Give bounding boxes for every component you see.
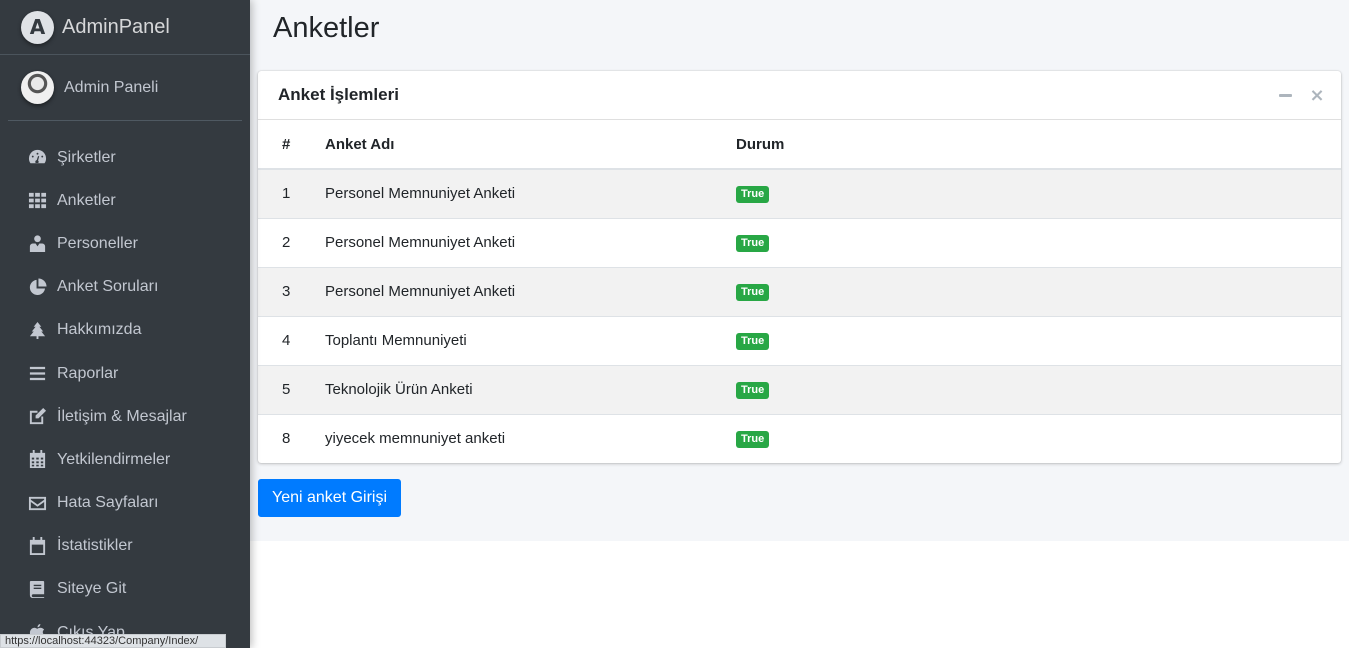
survey-card: Anket İşlemleri × # Anket Adı Durum 1 Pe…: [258, 71, 1341, 463]
brand-logo: A: [21, 10, 54, 44]
row-id: 2: [282, 234, 291, 251]
user-name: Admin Paneli: [64, 78, 159, 96]
row-id: 8: [282, 430, 291, 448]
table-row: 5 Teknolojik Ürün Anketi True: [258, 365, 1341, 414]
browser-status-url: https://localhost:44323/Company/Index/: [0, 634, 226, 648]
calendar-days-icon: [27, 450, 47, 470]
th-grid-icon: [27, 191, 47, 211]
column-header-status: Durum: [736, 120, 1341, 170]
sidebar-item-label: Siteye Git: [57, 580, 127, 598]
avatar: [21, 71, 54, 104]
sidebar-item-istatistikler[interactable]: İstatistikler: [0, 525, 250, 568]
sidebar-item-hata-sayfalari[interactable]: Hata Sayfaları: [0, 482, 250, 525]
sidebar-item-label: Şirketler: [57, 148, 116, 166]
status-badge: True: [736, 333, 770, 350]
table-row: 2 Personel Memnuniyet Anketi True: [258, 218, 1341, 267]
content-wrapper: Anketler Anket İşlemleri × # Anket Adı D…: [250, 0, 1349, 541]
row-survey-name: yiyecek memnuniyet anketi: [325, 430, 506, 448]
row-id: 4: [282, 332, 291, 349]
sidebar-item-anketler[interactable]: Anketler: [0, 179, 250, 222]
sidebar-item-raporlar[interactable]: Raporlar: [0, 352, 250, 395]
minus-icon[interactable]: [1275, 85, 1295, 105]
book-icon: [27, 579, 47, 599]
sidebar-item-label: Personeller: [57, 234, 138, 252]
status-badge: True: [736, 235, 770, 252]
sidebar-nav: Şirketler Anketler Personeller Anket Sor…: [0, 136, 250, 648]
edit-icon: [27, 407, 47, 427]
user-tie-icon: [27, 234, 47, 254]
sidebar: A AdminPanel Admin Paneli Şirketler Anke…: [0, 0, 250, 648]
row-status-cell: True: [736, 316, 1341, 365]
brand-logo-letter: A: [29, 15, 46, 39]
sidebar-item-label: İletişim & Mesajlar: [57, 407, 187, 425]
new-survey-button[interactable]: Yeni anket Girişi: [258, 479, 402, 517]
row-status-cell: True: [736, 414, 1341, 463]
user-panel[interactable]: Admin Paneli: [8, 55, 242, 121]
sidebar-item-yetkilendirmeler[interactable]: Yetkilendirmeler: [0, 438, 250, 481]
row-id: 1: [282, 185, 291, 203]
envelope-icon: [27, 493, 47, 513]
sidebar-item-label: Hata Sayfaları: [57, 494, 159, 512]
calendar-icon: [27, 536, 47, 556]
row-survey-name: Teknolojik Ürün Anketi: [325, 381, 473, 398]
row-survey-name: Personel Memnuniyet Anketi: [325, 283, 516, 300]
sidebar-item-hakkimizda[interactable]: Hakkımızda: [0, 309, 250, 352]
brand-link[interactable]: A AdminPanel: [0, 0, 250, 55]
sidebar-item-iletisim[interactable]: İletişim & Mesajlar: [0, 395, 250, 438]
sidebar-item-sirketler[interactable]: Şirketler: [0, 136, 250, 179]
column-header-survey-name: Anket Adı: [325, 120, 736, 170]
table-row: 8 yiyecek memnuniyet anketi True: [258, 414, 1341, 463]
sidebar-item-label: Anket Soruları: [57, 278, 159, 296]
status-badge: True: [736, 186, 770, 204]
survey-table: # Anket Adı Durum 1 Personel Memnuniyet …: [258, 120, 1341, 463]
row-survey-name: Personel Memnuniyet Anketi: [325, 185, 516, 203]
times-icon[interactable]: ×: [1307, 85, 1327, 106]
row-status-cell: True: [736, 365, 1341, 414]
table-header-row: # Anket Adı Durum: [258, 120, 1341, 170]
row-status-cell: True: [736, 267, 1341, 316]
sidebar-item-label: Hakkımızda: [57, 321, 142, 339]
row-id: 3: [282, 283, 291, 300]
sidebar-item-label: İstatistikler: [57, 537, 133, 555]
status-badge: True: [736, 382, 770, 399]
tachometer-icon: [27, 148, 47, 168]
page-title: Anketler: [273, 12, 380, 44]
status-badge: True: [736, 431, 770, 449]
brand-text: AdminPanel: [62, 15, 170, 38]
card-header: Anket İşlemleri ×: [258, 71, 1341, 120]
row-status-cell: True: [736, 218, 1341, 267]
row-status-cell: True: [736, 169, 1341, 218]
table-row: 1 Personel Memnuniyet Anketi True: [258, 169, 1341, 218]
tree-icon: [27, 320, 47, 340]
sidebar-item-label: Anketler: [57, 191, 116, 209]
sidebar-item-label: Raporlar: [57, 364, 119, 382]
sidebar-item-personeller[interactable]: Personeller: [0, 222, 250, 265]
table-row: 4 Toplantı Memnuniyeti True: [258, 316, 1341, 365]
column-header-number: #: [258, 120, 325, 170]
bars-icon: [27, 364, 47, 384]
status-badge: True: [736, 284, 770, 301]
row-id: 5: [282, 381, 291, 398]
table-row: 3 Personel Memnuniyet Anketi True: [258, 267, 1341, 316]
sidebar-item-anket-sorulari[interactable]: Anket Soruları: [0, 266, 250, 309]
sidebar-item-siteye-git[interactable]: Siteye Git: [0, 568, 250, 611]
pie-chart-icon: [27, 277, 47, 297]
sidebar-item-label: Yetkilendirmeler: [57, 450, 171, 468]
row-survey-name: Toplantı Memnuniyeti: [325, 332, 467, 349]
card-title: Anket İşlemleri: [278, 85, 399, 104]
row-survey-name: Personel Memnuniyet Anketi: [325, 234, 516, 251]
